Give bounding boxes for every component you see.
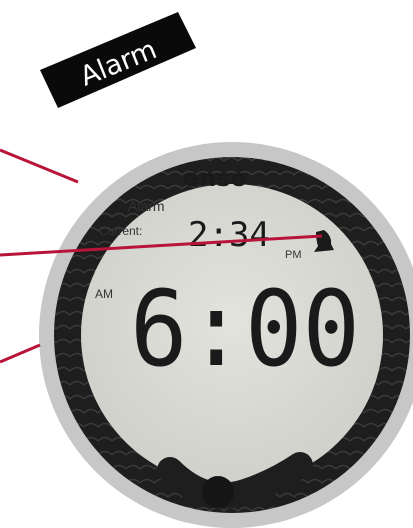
pointer-line-top — [0, 148, 79, 184]
current-label: Current: — [99, 224, 142, 238]
product-illustration: Alarm enso Alarm Current: 2:34 PM AM 6:0… — [0, 12, 413, 528]
ring-head — [202, 476, 234, 508]
alarm-banner: Alarm — [40, 12, 196, 108]
mode-label: Alarm — [128, 198, 165, 214]
device: enso Alarm Current: 2:34 PM AM 6:00 — [39, 142, 413, 528]
current-time: 2:34 — [188, 215, 270, 255]
alarm-meridiem: AM — [95, 287, 113, 301]
alarm-time: 6:00 — [130, 268, 360, 390]
brand-logo: enso — [183, 164, 247, 192]
current-meridiem: PM — [285, 249, 302, 261]
pointer-line-bottom — [0, 343, 41, 364]
